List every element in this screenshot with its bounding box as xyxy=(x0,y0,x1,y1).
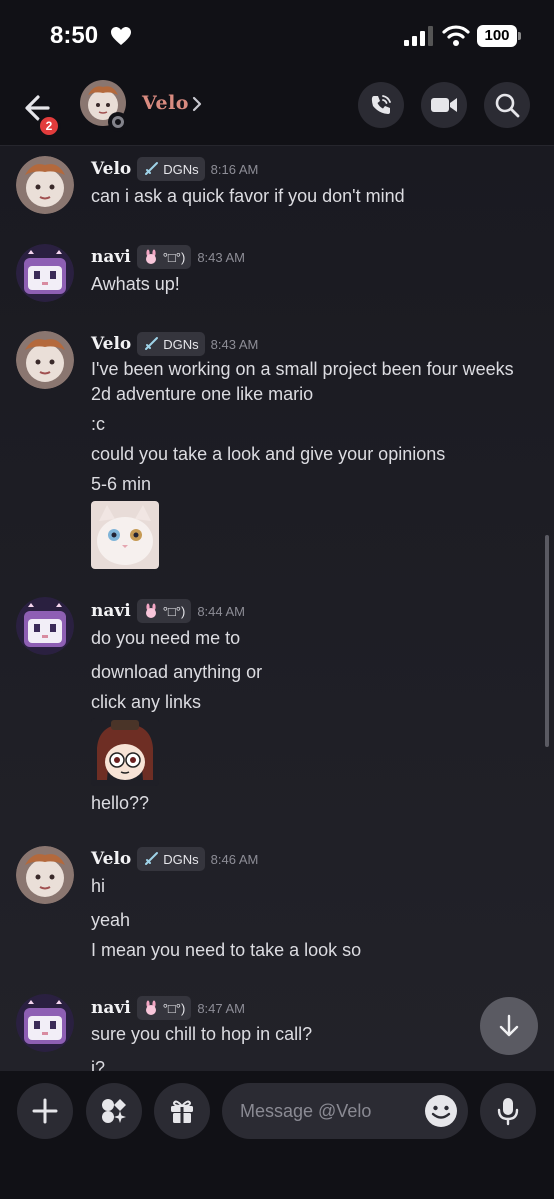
scrollbar-thumb[interactable] xyxy=(545,535,549,747)
server-tag[interactable]: °□°) xyxy=(136,245,192,269)
message-meta: Velo DGNs 8:16 AM xyxy=(91,157,258,181)
search-button[interactable] xyxy=(484,82,530,128)
message-text: sure you chill to hop in call? xyxy=(91,1024,313,1044)
search-icon xyxy=(495,93,520,118)
signal-icon xyxy=(404,26,433,46)
server-tag-label: °□°) xyxy=(162,603,186,619)
cat-sticker[interactable] xyxy=(91,501,159,569)
sword-icon xyxy=(145,337,159,350)
message-text: I've been working on a small project bee… xyxy=(91,359,514,379)
avatar[interactable] xyxy=(16,846,74,904)
message-text: i? xyxy=(91,1058,106,1071)
battery-indicator: 100 xyxy=(477,25,521,47)
server-tag[interactable]: °□°) xyxy=(136,599,192,623)
message-text: can i ask a quick favor if you don't min… xyxy=(91,186,405,206)
message-text: Awhats up! xyxy=(91,274,180,294)
server-tag-label: DGNs xyxy=(163,161,199,177)
message-text: download anything or xyxy=(91,662,263,682)
phone-icon xyxy=(371,95,391,114)
server-tag-label: °□°) xyxy=(162,249,186,265)
gift-icon xyxy=(171,1100,193,1123)
message-text: :c xyxy=(91,414,106,434)
message-meta: Velo DGNs 8:43 AM xyxy=(91,332,258,356)
timestamp: 8:16 AM xyxy=(210,161,259,177)
composer xyxy=(0,1071,554,1199)
timestamp: 8:44 AM xyxy=(197,603,246,619)
server-tag[interactable]: DGNs xyxy=(137,847,205,871)
plus-icon xyxy=(32,1098,58,1124)
timestamp: 8:43 AM xyxy=(210,336,259,352)
avatar[interactable] xyxy=(16,331,74,389)
username[interactable]: Velo xyxy=(91,334,131,354)
avatar[interactable] xyxy=(16,244,74,302)
voice-message-button[interactable] xyxy=(480,1083,536,1139)
offline-status-icon xyxy=(108,112,128,132)
timestamp: 8:46 AM xyxy=(210,851,259,867)
apps-button[interactable] xyxy=(86,1083,142,1139)
emoji-icon[interactable] xyxy=(423,1093,459,1129)
message-text: hi xyxy=(91,876,106,896)
video-camera-icon xyxy=(431,98,457,112)
timestamp: 8:47 AM xyxy=(197,1000,246,1016)
message-text: I mean you need to take a look so xyxy=(91,940,362,960)
status-time: 8:50 xyxy=(50,22,99,49)
voice-call-button[interactable] xyxy=(358,82,404,128)
channel-name[interactable]: Velo xyxy=(142,92,189,114)
bunny-icon xyxy=(145,1000,156,1015)
username[interactable]: Velo xyxy=(91,849,131,869)
message-meta: navi °□°) 8:44 AM xyxy=(91,599,245,623)
username[interactable]: Velo xyxy=(91,159,131,179)
message-meta: navi °□°) 8:47 AM xyxy=(91,996,245,1020)
server-tag-label: °□°) xyxy=(162,1000,186,1016)
server-tag-label: DGNs xyxy=(163,851,199,867)
server-tag[interactable]: DGNs xyxy=(137,157,205,181)
username[interactable]: navi xyxy=(91,247,131,267)
server-tag[interactable]: DGNs xyxy=(137,332,205,356)
username[interactable]: navi xyxy=(91,601,131,621)
server-tag[interactable]: °□°) xyxy=(136,996,192,1020)
message-text: 5-6 min xyxy=(91,474,152,494)
bunny-icon xyxy=(145,249,156,264)
chat-header: 2 Velo xyxy=(0,72,554,146)
gift-button[interactable] xyxy=(154,1083,210,1139)
apps-icon xyxy=(102,1099,126,1123)
character-sticker[interactable] xyxy=(91,718,159,786)
sword-icon xyxy=(145,162,159,175)
heart-icon xyxy=(111,27,131,45)
add-attachment-button[interactable] xyxy=(17,1083,73,1139)
message-text: hello?? xyxy=(91,793,150,813)
avatar[interactable] xyxy=(16,156,74,214)
bunny-icon xyxy=(145,603,156,618)
message-text: yeah xyxy=(91,910,131,930)
message-text: do you need me to xyxy=(91,628,241,648)
chevron-right-icon[interactable] xyxy=(190,95,204,113)
message-list[interactable]: Velo DGNs 8:16 AM can i ask a quick favo… xyxy=(0,146,554,1071)
message-text: could you take a look and give your opin… xyxy=(91,444,446,464)
video-call-button[interactable] xyxy=(421,82,467,128)
avatar[interactable] xyxy=(16,994,74,1052)
unread-badge: 2 xyxy=(37,114,61,138)
arrow-down-icon xyxy=(499,1014,519,1037)
message-text: click any links xyxy=(91,692,202,712)
wifi-icon xyxy=(442,25,470,46)
message-text: 2d adventure one like mario xyxy=(91,384,314,404)
message-meta: Velo DGNs 8:46 AM xyxy=(91,847,258,871)
sword-icon xyxy=(145,852,159,865)
microphone-icon xyxy=(497,1098,519,1126)
message-meta: navi °□°) 8:43 AM xyxy=(91,245,245,269)
avatar[interactable] xyxy=(16,597,74,655)
status-bar: 8:50 100 xyxy=(0,0,554,72)
jump-to-latest-button[interactable] xyxy=(480,997,538,1055)
server-tag-label: DGNs xyxy=(163,336,199,352)
username[interactable]: navi xyxy=(91,998,131,1018)
timestamp: 8:43 AM xyxy=(197,249,246,265)
